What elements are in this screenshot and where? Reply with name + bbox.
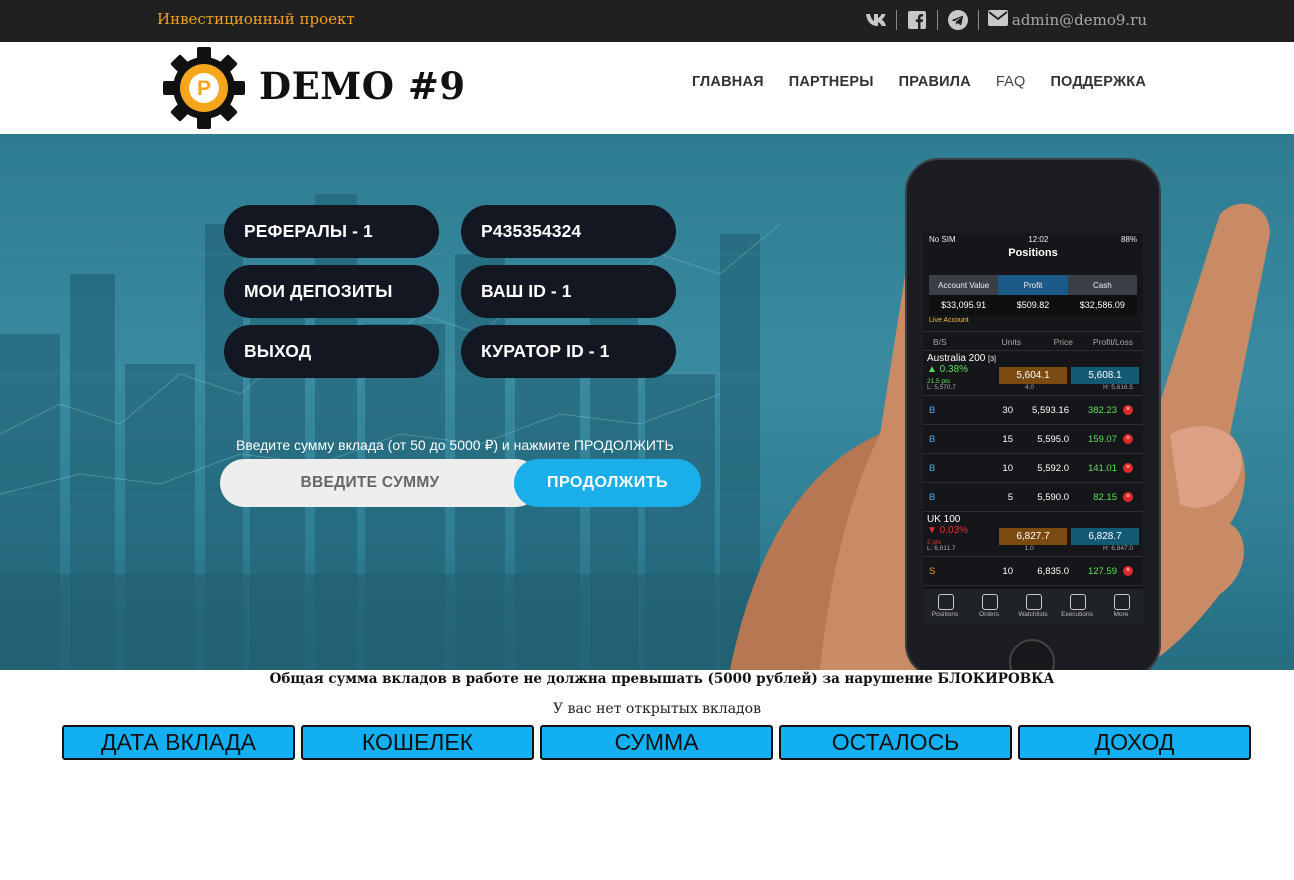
column-header-amount: СУММА — [540, 725, 773, 760]
phone-tabs: Account Value Profit Cash — [929, 275, 1137, 295]
phone-tabbar: Positions Orders Watchlists Executions M… — [923, 589, 1143, 623]
deposit-limit-warning: Общая сумма вкладов в работе не должна п… — [269, 671, 1055, 687]
facebook-icon[interactable] — [906, 10, 928, 30]
phone-carrier: No SIM — [929, 235, 956, 244]
divider — [936, 10, 938, 30]
phone-title: Positions — [1008, 247, 1058, 259]
envelope-icon — [987, 10, 1008, 30]
wallet-button[interactable]: P435354324 — [461, 205, 676, 258]
nav-partners[interactable]: ПАРТНЕРЫ — [789, 74, 874, 90]
deposit-hint: Введите сумму вклада (от 50 до 5000 ₽) и… — [236, 437, 674, 453]
curator-id-button[interactable]: КУРАТОР ID - 1 — [461, 325, 676, 378]
phone-tabbar-item: More — [1099, 589, 1143, 623]
phone-position-row: B 15 5,595.0 159.07 × — [923, 425, 1143, 454]
phone-tabbar-item: Orders — [967, 589, 1011, 623]
phone-value: $32,586.09 — [1079, 300, 1125, 310]
column-header-wallet: КОШЕЛЕК — [301, 725, 534, 760]
deposit-amount-input[interactable] — [220, 459, 540, 507]
divider — [895, 10, 897, 30]
logo-text: DEMO #9 — [259, 64, 466, 108]
deposits-table-header: ДАТА ВКЛАДА КОШЕЛЕК СУММА ОСТАЛОСЬ ДОХОД — [62, 725, 1251, 760]
phone-values: $33,095.91 $509.82 $32,586.09 — [929, 295, 1137, 315]
close-icon: × — [1123, 492, 1133, 502]
hero-banner: РЕФЕРАЛЫ - 1 P435354324 МОИ ДЕПОЗИТЫ ВАШ… — [0, 134, 1294, 670]
close-icon: × — [1123, 434, 1133, 444]
email-text: admin@demo9.ru — [1011, 11, 1147, 29]
site-header: P DEMO #9 ГЛАВНАЯ ПАРТНЕРЫ ПРАВИЛА FAQ П… — [0, 42, 1294, 134]
svg-text:P: P — [197, 77, 211, 100]
social-links: admin@demo9.ru — [865, 8, 1147, 32]
column-header-date: ДАТА ВКЛАДА — [62, 725, 295, 760]
my-deposits-button[interactable]: МОИ ДЕПОЗИТЫ — [224, 265, 439, 318]
phone-battery: 88% — [1120, 235, 1137, 244]
phone-tabbar-item: Watchlists — [1011, 589, 1055, 623]
phone-live-account: Live Account — [929, 317, 969, 324]
phone-position-row: S 10 6,835.0 127.59 × — [923, 557, 1143, 586]
divider — [977, 10, 979, 30]
phone-screen: No SIM 12:02 88% Positions Account Value… — [923, 233, 1143, 623]
phone-value: $33,095.91 — [941, 300, 987, 310]
phone-position-row: B 10 5,592.0 141.01 × — [923, 454, 1143, 483]
close-icon: × — [1123, 405, 1133, 415]
vk-icon[interactable] — [865, 10, 887, 30]
phone-market: Australia 200 [3] ▲ 0.38% 21.5 pts 5,604… — [923, 351, 1143, 396]
tagline: Инвестиционный проект — [157, 10, 355, 28]
gear-logo-icon: P — [163, 47, 245, 129]
phone-value: $509.82 — [1016, 300, 1050, 310]
phone-position-row: B 30 5,593.16 382.23 × — [923, 396, 1143, 425]
column-header-remaining: ОСТАЛОСЬ — [779, 725, 1012, 760]
phone-tab: Profit — [998, 275, 1068, 295]
main-nav: ГЛАВНАЯ ПАРТНЕРЫ ПРАВИЛА FAQ ПОДДЕРЖКА — [692, 74, 1146, 90]
top-bar: Инвестиционный проект admin@demo9.ru — [0, 0, 1294, 42]
phone-tab: Cash — [1067, 275, 1137, 295]
no-deposits-message: У вас нет открытых вкладов — [553, 701, 761, 717]
column-header-income: ДОХОД — [1018, 725, 1251, 760]
close-icon: × — [1123, 463, 1133, 473]
phone-tab: Account Value — [929, 275, 999, 295]
telegram-icon[interactable] — [947, 10, 969, 30]
phone-market: UK 100 ▼ 0.03% 2 pts 6,827.7 6,828.7 L: … — [923, 512, 1143, 557]
nav-faq[interactable]: FAQ — [996, 74, 1026, 90]
nav-home[interactable]: ГЛАВНАЯ — [692, 74, 764, 90]
email-link[interactable]: admin@demo9.ru — [987, 10, 1147, 30]
phone-tabbar-item: Executions — [1055, 589, 1099, 623]
logout-button[interactable]: ВЫХОД — [224, 325, 439, 378]
continue-button[interactable]: ПРОДОЛЖИТЬ — [514, 459, 701, 507]
referrals-button[interactable]: РЕФЕРАЛЫ - 1 — [224, 205, 439, 258]
nav-support[interactable]: ПОДДЕРЖКА — [1050, 74, 1146, 90]
nav-rules[interactable]: ПРАВИЛА — [899, 74, 971, 90]
close-icon: × — [1123, 566, 1133, 576]
phone-time: 12:02 — [1028, 235, 1049, 244]
phone-columns: B/S Units Price Profit/Loss — [923, 331, 1143, 351]
phone-tabbar-item: Positions — [923, 589, 967, 623]
phone-position-row: B 5 5,590.0 82.15 × — [923, 483, 1143, 512]
user-id-button[interactable]: ВАШ ID - 1 — [461, 265, 676, 318]
